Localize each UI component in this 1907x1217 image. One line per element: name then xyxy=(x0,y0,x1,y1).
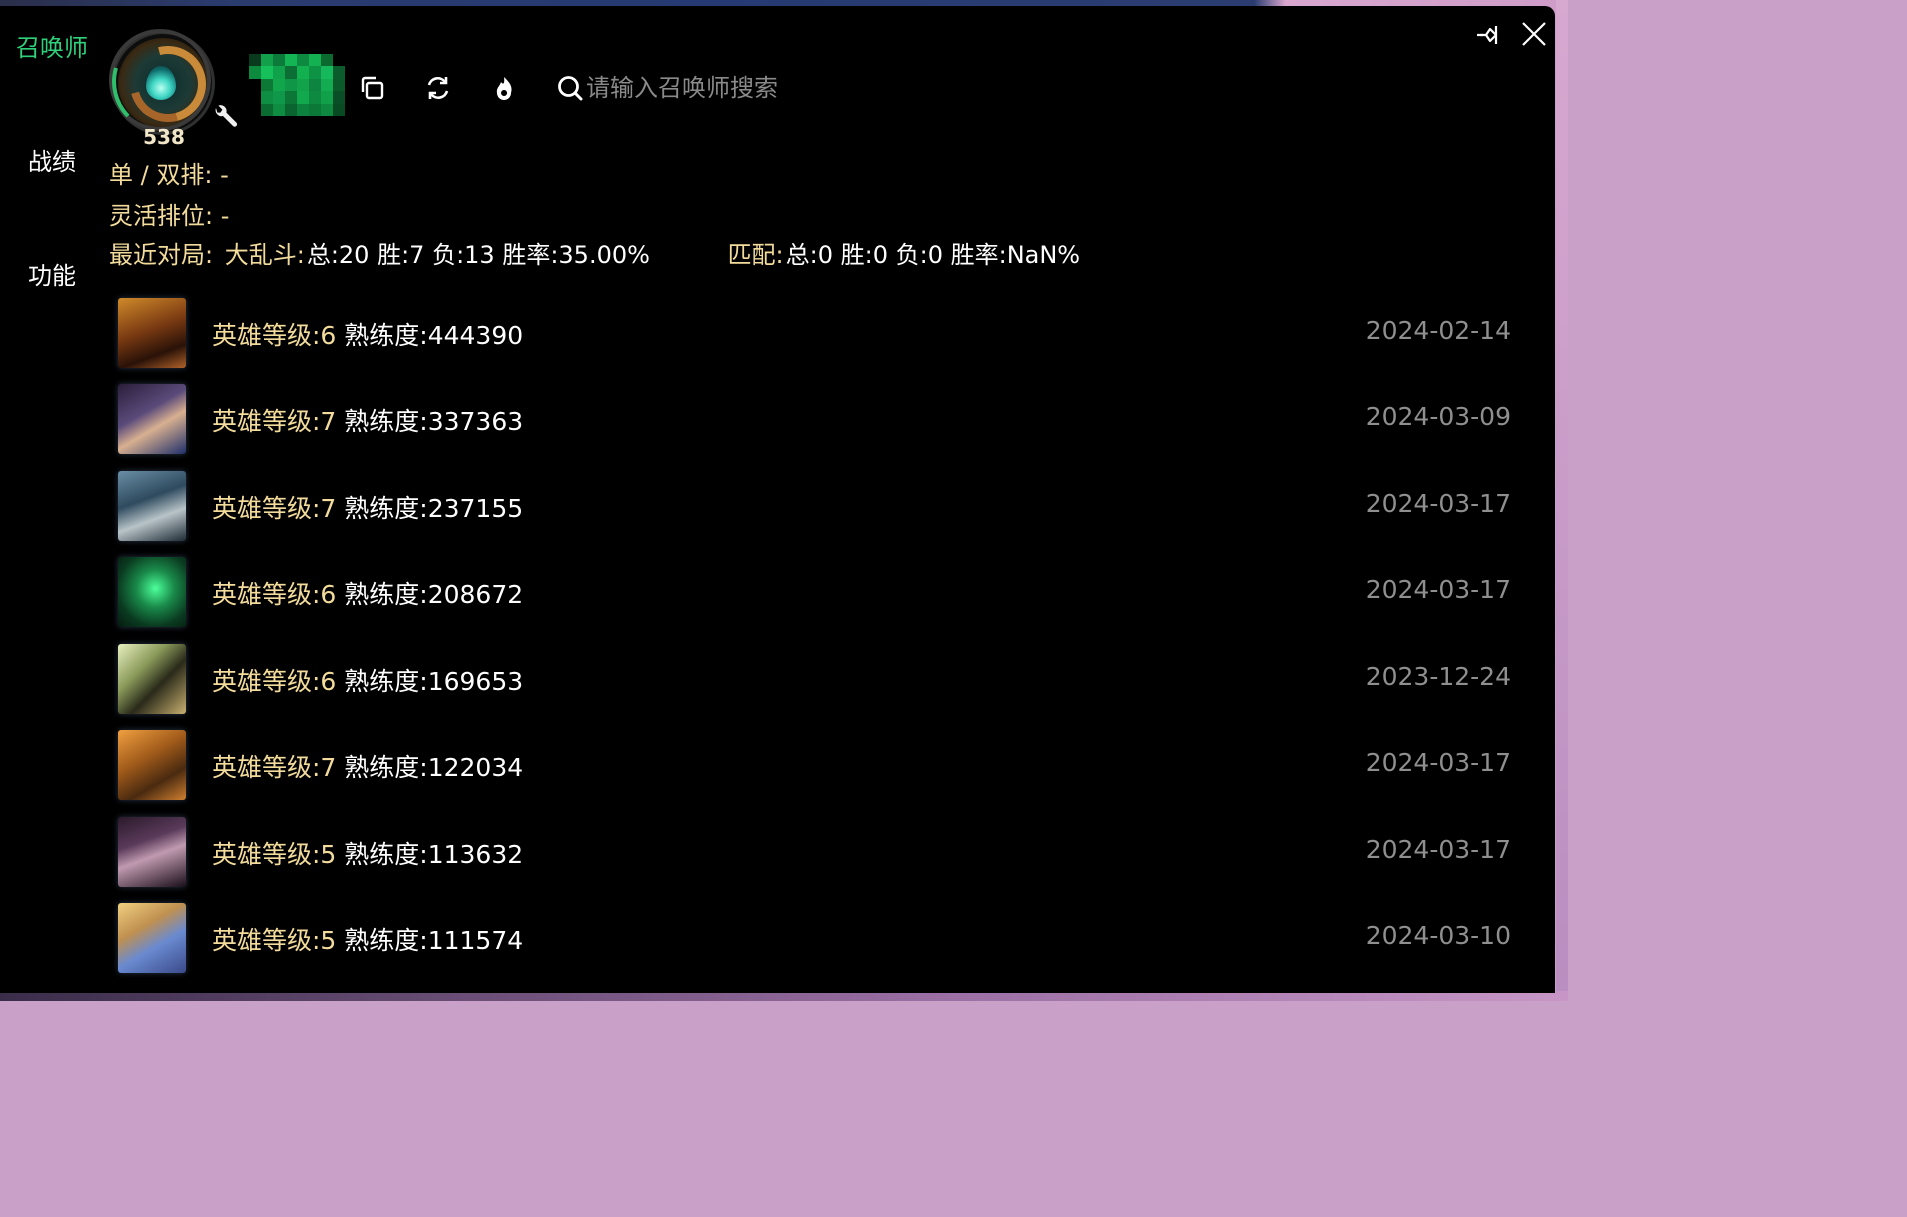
champion-mastery-points: 熟练度:237155 xyxy=(344,494,524,523)
aram-label: 大乱斗: xyxy=(224,241,305,269)
last-played-date: 2024-02-14 xyxy=(1365,316,1511,345)
flex-value: - xyxy=(220,202,230,230)
list-item[interactable]: 英雄等级:7 熟练度:337363 2024-03-09 xyxy=(0,382,1555,468)
champion-portrait xyxy=(118,298,186,368)
refresh-icon[interactable] xyxy=(422,72,454,104)
list-item[interactable]: 英雄等级:6 熟练度:169653 2023-12-24 xyxy=(0,642,1555,728)
list-item[interactable]: 英雄等级:5 熟练度:113632 2024-03-17 xyxy=(0,815,1555,901)
champion-portrait xyxy=(118,730,186,800)
solo-duo-rank: 单 / 双排: - xyxy=(109,155,229,190)
champion-mastery-text: 英雄等级:7 熟练度:337363 xyxy=(212,402,523,438)
copy-icon[interactable] xyxy=(356,72,388,104)
sidebar-item-summoner[interactable]: 召唤师 xyxy=(0,28,104,63)
recent-games-summary: 最近对局: 大乱斗:总:20 胜:7 负:13 胜率:35.00% 匹配:总:0… xyxy=(109,235,1080,275)
champion-level: 英雄等级:5 xyxy=(212,926,337,955)
search-icon[interactable] xyxy=(556,74,584,102)
champion-portrait xyxy=(118,817,186,887)
champion-mastery-text: 英雄等级:5 熟练度:113632 xyxy=(212,835,523,871)
flex-label: 灵活排位: xyxy=(109,202,214,230)
summoner-level: 538 xyxy=(143,125,185,149)
champion-level: 英雄等级:6 xyxy=(212,321,337,350)
champion-level: 英雄等级:7 xyxy=(212,753,337,782)
champion-level: 英雄等级:7 xyxy=(212,494,337,523)
close-icon[interactable] xyxy=(1518,18,1550,50)
list-item[interactable]: 英雄等级:6 熟练度:444390 2024-02-14 xyxy=(0,296,1555,382)
champion-level: 英雄等级:6 xyxy=(212,580,337,609)
champion-mastery-points: 熟练度:444390 xyxy=(344,321,524,350)
level-progress-arc xyxy=(109,29,211,131)
last-played-date: 2023-12-24 xyxy=(1365,662,1511,691)
champion-mastery-points: 熟练度:337363 xyxy=(344,407,524,436)
summoner-search-input[interactable] xyxy=(586,68,1006,108)
champion-mastery-points: 熟练度:208672 xyxy=(344,580,524,609)
champion-mastery-points: 熟练度:111574 xyxy=(344,926,524,955)
aram-stats: 总:20 胜:7 负:13 胜率:35.00% xyxy=(306,241,650,269)
champion-portrait xyxy=(118,557,186,627)
list-item[interactable]: 英雄等级:7 熟练度:122034 2024-03-17 xyxy=(0,728,1555,814)
recent-label: 最近对局: xyxy=(109,241,214,269)
champion-mastery-text: 英雄等级:5 熟练度:111574 xyxy=(212,921,523,957)
summoner-name-redacted xyxy=(249,54,345,116)
flame-icon[interactable] xyxy=(488,72,520,104)
sidebar-item-features[interactable]: 功能 xyxy=(0,256,104,291)
champion-mastery-points: 熟练度:113632 xyxy=(344,840,524,869)
pin-icon[interactable] xyxy=(1474,20,1504,50)
champion-portrait xyxy=(118,384,186,454)
app-window: 召唤师 战绩 功能 538 请输入召唤师搜索 单 / 双排: - 灵活排位: -… xyxy=(0,6,1555,993)
solo-duo-value: - xyxy=(220,161,229,189)
flex-rank: 灵活排位: - xyxy=(109,196,229,231)
champion-mastery-points: 熟练度:122034 xyxy=(344,753,524,782)
list-item[interactable]: 英雄等级:7 熟练度:237155 2024-03-17 xyxy=(0,469,1555,555)
champion-portrait xyxy=(118,903,186,973)
profile-settings-icon[interactable] xyxy=(210,104,238,132)
champion-level: 英雄等级:5 xyxy=(212,840,337,869)
last-played-date: 2024-03-17 xyxy=(1365,489,1511,518)
champion-portrait xyxy=(118,471,186,541)
last-played-date: 2024-03-10 xyxy=(1365,921,1511,950)
champion-mastery-text: 英雄等级:6 熟练度:444390 xyxy=(212,316,523,352)
last-played-date: 2024-03-09 xyxy=(1365,402,1511,431)
match-stats: 总:0 胜:0 负:0 胜率:NaN% xyxy=(785,241,1081,269)
list-item[interactable]: 英雄等级:6 熟练度:208672 2024-03-17 xyxy=(0,555,1555,641)
last-played-date: 2024-03-17 xyxy=(1365,835,1511,864)
champion-portrait xyxy=(118,644,186,714)
match-label: 匹配: xyxy=(727,241,784,269)
champion-level: 英雄等级:6 xyxy=(212,667,337,696)
champion-level: 英雄等级:7 xyxy=(212,407,337,436)
summoner-avatar[interactable] xyxy=(108,28,220,138)
sidebar-item-match-history[interactable]: 战绩 xyxy=(0,142,104,177)
champion-mastery-text: 英雄等级:7 熟练度:237155 xyxy=(212,489,523,525)
champion-mastery-text: 英雄等级:6 熟练度:169653 xyxy=(212,662,523,698)
last-played-date: 2024-03-17 xyxy=(1365,748,1511,777)
champion-mastery-text: 英雄等级:6 熟练度:208672 xyxy=(212,575,523,611)
solo-duo-label: 单 / 双排: xyxy=(109,161,213,189)
last-played-date: 2024-03-17 xyxy=(1365,575,1511,604)
champion-mastery-points: 熟练度:169653 xyxy=(344,667,524,696)
list-item[interactable]: 英雄等级:5 熟练度:111574 2024-03-10 xyxy=(0,901,1555,987)
champion-mastery-text: 英雄等级:7 熟练度:122034 xyxy=(212,748,523,784)
desktop-background-right xyxy=(1556,0,1568,1001)
